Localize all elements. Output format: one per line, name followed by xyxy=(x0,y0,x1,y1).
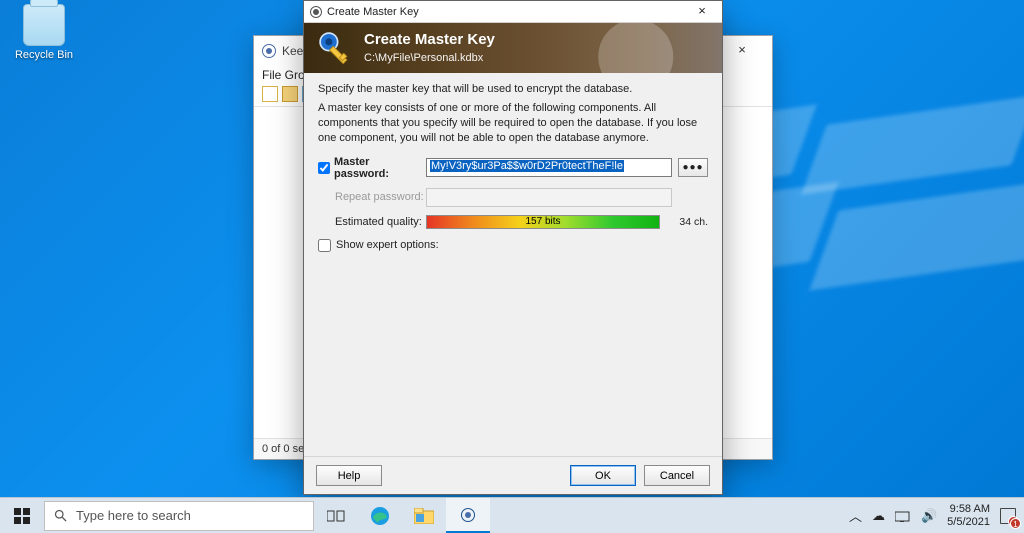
recycle-bin-label: Recycle Bin xyxy=(15,49,73,61)
dialog-banner: Create Master Key C:\MyFile\Personal.kdb… xyxy=(304,23,722,73)
key-icon xyxy=(314,27,356,69)
master-password-value: My!V3ry$ur3Pa$$w0rD2Pr0tectTheF!le xyxy=(430,160,624,172)
show-expert-checkbox[interactable] xyxy=(318,239,331,252)
help-button[interactable]: Help xyxy=(316,465,382,486)
task-view-icon xyxy=(327,509,345,523)
show-expert-checkbox-label[interactable]: Show expert options: xyxy=(318,239,708,252)
detail-text: A master key consists of one or more of … xyxy=(318,101,708,146)
repeat-password-label: Repeat password: xyxy=(318,191,426,203)
banner-ghost-key-icon xyxy=(572,23,722,73)
master-password-input[interactable]: My!V3ry$ur3Pa$$w0rD2Pr0tectTheF!le xyxy=(426,158,672,177)
task-view-button[interactable] xyxy=(314,498,358,533)
toolbar-open-icon[interactable] xyxy=(282,86,298,102)
taskbar-explorer[interactable] xyxy=(402,498,446,533)
notification-badge: 1 xyxy=(1010,518,1021,529)
show-expert-label: Show expert options: xyxy=(336,239,439,251)
system-tray[interactable]: ︿ ☁ 🔊 9:58 AM 5/5/2021 1 xyxy=(849,498,1024,533)
edge-icon xyxy=(370,506,390,526)
repeat-password-input xyxy=(426,188,672,207)
taskbar-search[interactable]: Type here to search xyxy=(44,501,314,531)
master-password-row: Master password: My!V3ry$ur3Pa$$w0rD2Pr0… xyxy=(318,156,708,180)
cancel-button[interactable]: Cancel xyxy=(644,465,710,486)
create-master-key-dialog[interactable]: Create Master Key × Create Master Key C:… xyxy=(303,0,723,495)
tray-date: 5/5/2021 xyxy=(947,516,990,529)
start-button[interactable] xyxy=(0,498,44,533)
quality-label: Estimated quality: xyxy=(318,216,426,228)
search-placeholder: Type here to search xyxy=(76,508,191,523)
quality-bar: 157 bits xyxy=(426,215,660,229)
char-count: 34 ch. xyxy=(660,216,708,228)
dialog-app-icon xyxy=(310,6,322,18)
tray-volume-icon[interactable]: 🔊 xyxy=(921,508,937,524)
tray-onedrive-icon[interactable]: ☁ xyxy=(872,508,885,524)
taskbar-edge[interactable] xyxy=(358,498,402,533)
quality-text: 157 bits xyxy=(525,216,560,227)
dialog-button-bar: Help OK Cancel xyxy=(304,456,722,494)
master-password-checkbox-label[interactable]: Master password: xyxy=(318,156,426,180)
quality-row: Estimated quality: 157 bits 34 ch. xyxy=(318,215,708,229)
toolbar-new-icon[interactable] xyxy=(262,86,278,102)
keepass-taskbar-icon xyxy=(461,508,475,522)
tray-time: 9:58 AM xyxy=(947,503,990,516)
ok-button[interactable]: OK xyxy=(570,465,636,486)
folder-icon xyxy=(414,508,434,524)
banner-path: C:\MyFile\Personal.kdbx xyxy=(364,52,483,64)
taskbar-keepass[interactable] xyxy=(446,498,490,533)
tray-chevron-up-icon[interactable]: ︿ xyxy=(849,506,862,525)
tray-notifications[interactable]: 1 xyxy=(1000,508,1016,524)
keepass-close-button[interactable]: × xyxy=(720,41,764,61)
dialog-titlebar[interactable]: Create Master Key × xyxy=(304,1,722,23)
dialog-window-title: Create Master Key xyxy=(327,6,419,18)
tray-network-icon[interactable] xyxy=(895,510,911,522)
taskbar-pinned xyxy=(314,498,490,533)
repeat-password-row: Repeat password: xyxy=(318,188,708,207)
banner-title: Create Master Key xyxy=(364,31,495,48)
search-icon xyxy=(53,508,68,523)
expert-row: Show expert options: xyxy=(318,239,708,252)
desktop-icon-recycle-bin[interactable]: Recycle Bin xyxy=(10,4,78,61)
keepass-logo-icon xyxy=(262,44,276,58)
windows-logo-icon xyxy=(14,508,30,524)
master-password-checkbox[interactable] xyxy=(318,162,330,174)
intro-text: Specify the master key that will be used… xyxy=(318,83,708,95)
master-password-label: Master password: xyxy=(334,156,426,180)
dialog-content: Specify the master key that will be used… xyxy=(304,73,722,456)
dialog-close-button[interactable]: × xyxy=(688,3,716,21)
reveal-password-button[interactable]: ●●● xyxy=(678,158,708,177)
tray-clock[interactable]: 9:58 AM 5/5/2021 xyxy=(947,503,990,529)
taskbar[interactable]: Type here to search ︿ ☁ 🔊 9:58 AM 5/5/20… xyxy=(0,497,1024,533)
recycle-bin-icon xyxy=(23,4,65,46)
